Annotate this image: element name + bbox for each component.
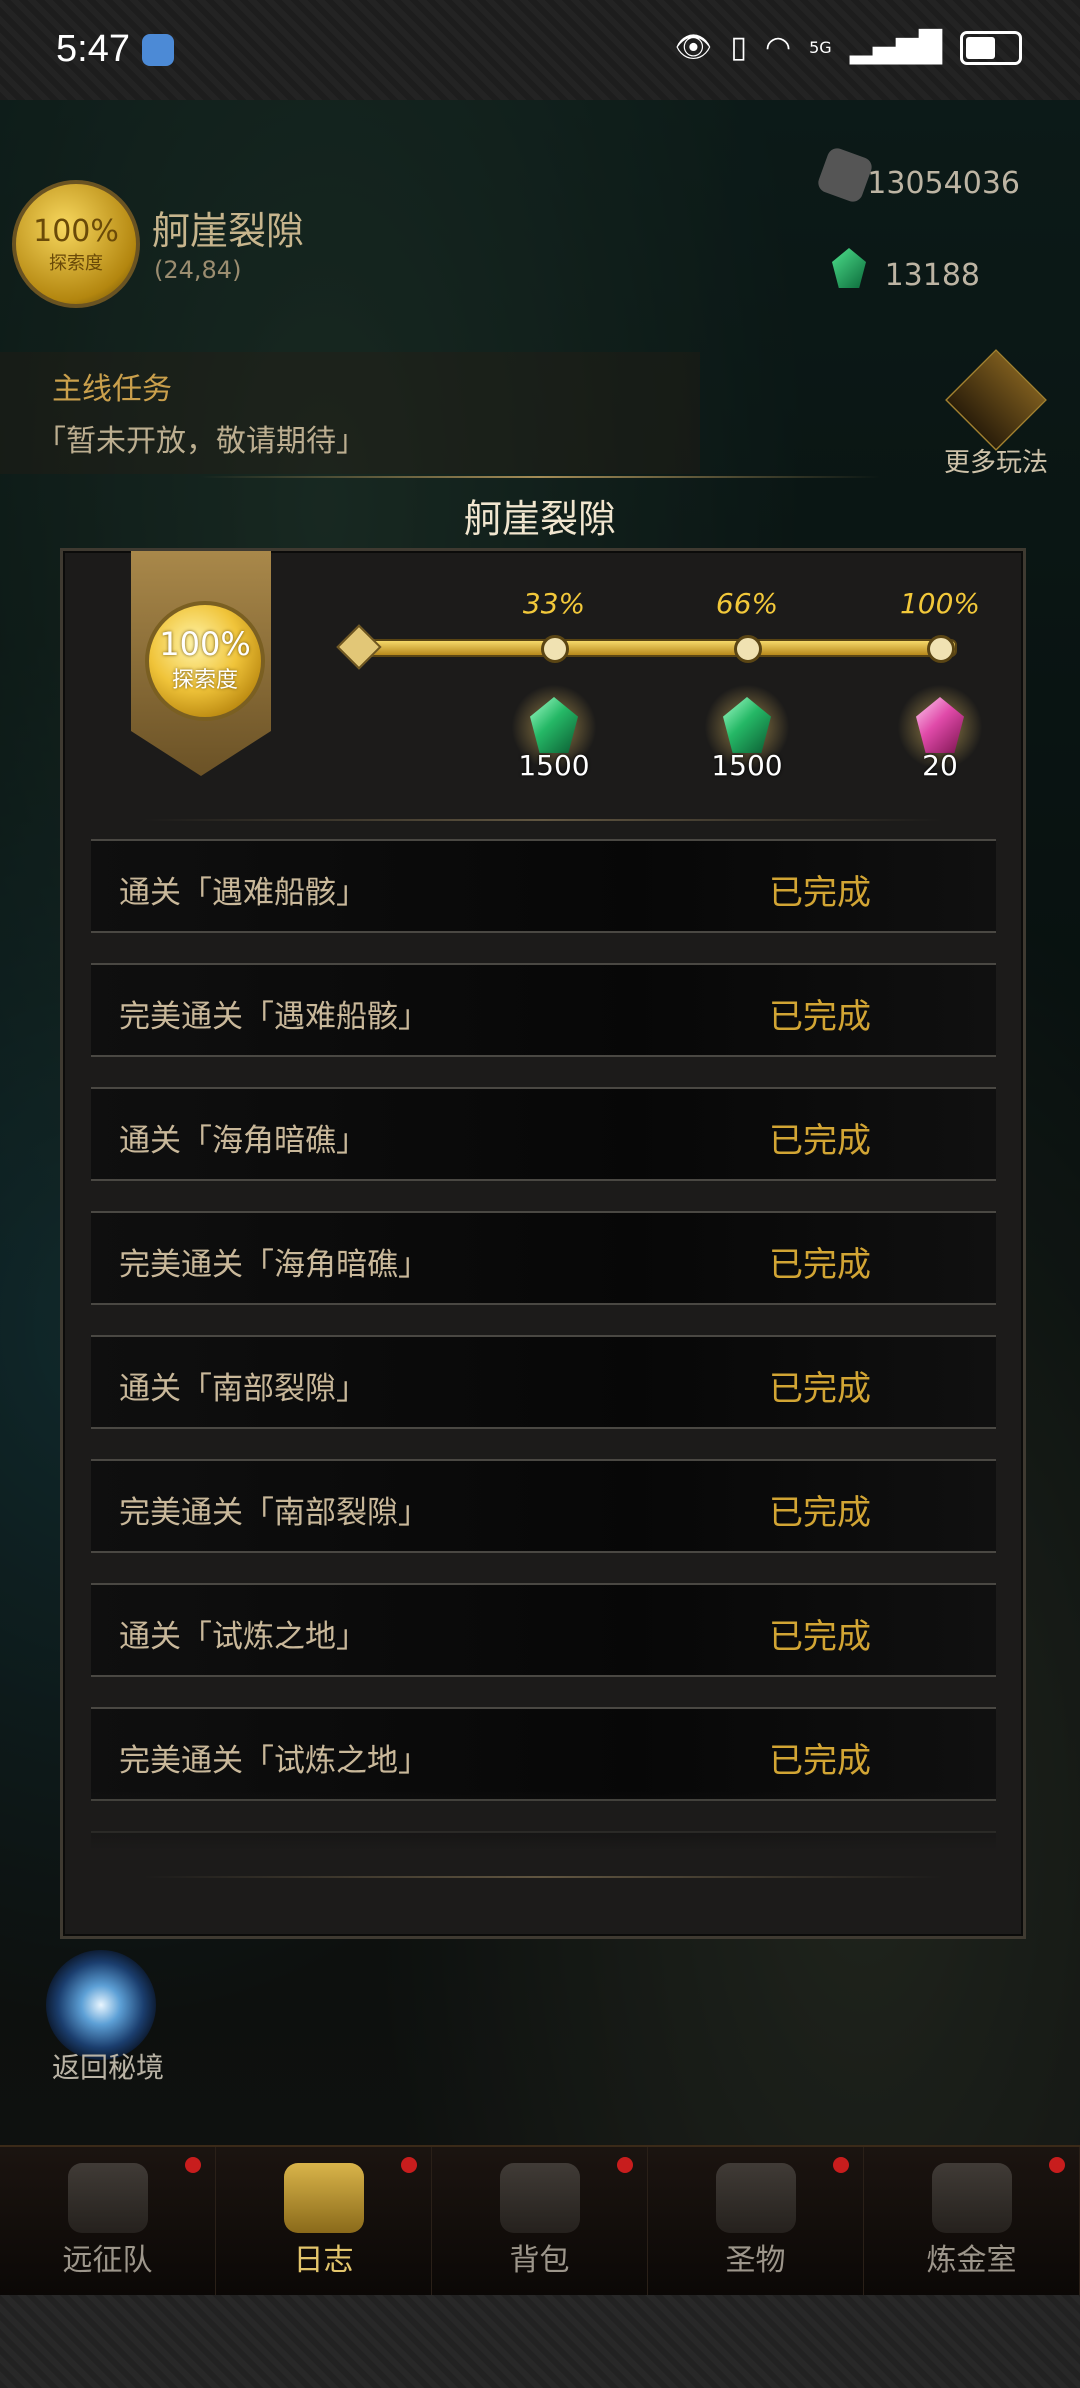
notification-dot: [185, 2157, 201, 2173]
gift-icon: [945, 349, 1047, 451]
header-divider: [143, 819, 943, 821]
status-bar: 5:47 👁 ▯ ◠ 5G ▂▄▆█: [0, 0, 1080, 100]
milestone-percent: 33%: [522, 587, 586, 620]
footer-divider: [143, 1876, 943, 1878]
milestone-percent: 66%: [715, 587, 779, 620]
explore-percent: 100%: [159, 625, 251, 663]
task-status: 已完成: [769, 1741, 871, 1781]
task-name: 完美通关「南部裂隙」: [119, 1495, 429, 1531]
milestone-percent: 100%: [899, 587, 981, 620]
task-status: 已完成: [769, 1369, 871, 1409]
quest-title: 主线任务: [52, 372, 172, 407]
task-name: 完美通关「试炼之地」: [119, 1743, 429, 1779]
app-notification-icon: [142, 34, 174, 66]
nav-item-0[interactable]: 远征队: [0, 2147, 216, 2297]
zone-explore-medal: 100% 探索度: [12, 180, 140, 308]
battery-icon: [960, 30, 1022, 65]
main-quest-panel[interactable]: 主线任务 「暂未开放，敬请期待」: [0, 352, 700, 474]
notification-dot: [401, 2157, 417, 2173]
nav-label: 背包: [509, 2243, 570, 2278]
vibrate-icon: ▯: [730, 30, 747, 65]
list-fade: [91, 1791, 996, 1851]
milestone-reward-amount: 1500: [518, 749, 590, 782]
nav-label: 日志: [293, 2243, 354, 2278]
wifi-icon: ◠: [764, 30, 792, 65]
explore-medal: 100% 探索度: [145, 601, 265, 721]
bottom-navigation: 远征队 日志 背包 圣物 炼金室: [0, 2145, 1080, 2297]
task-row: 完美通关「南部裂隙」 已完成: [91, 1459, 996, 1553]
task-name: 通关「南部裂隙」: [119, 1371, 367, 1407]
helmet-icon: [67, 2163, 148, 2233]
signal-icon: ▂▄▆█: [849, 30, 942, 65]
zone-name: 舸崖裂隙: [152, 209, 305, 253]
task-status: 已完成: [769, 997, 871, 1037]
nav-item-2[interactable]: 背包: [432, 2147, 648, 2297]
resource-ore-count: 13054036: [867, 166, 1020, 201]
task-row: 通关「试炼之地」 已完成: [91, 1583, 996, 1677]
task-status: 已完成: [769, 873, 871, 913]
nav-item-3[interactable]: 圣物: [648, 2147, 864, 2297]
task-name: 通关「试炼之地」: [119, 1619, 367, 1655]
return-portal-icon[interactable]: [46, 1950, 156, 2060]
task-status: 已完成: [769, 1617, 871, 1657]
chalice-icon: [715, 2163, 796, 2233]
notification-dot: [833, 2157, 849, 2173]
network-type: 5G: [809, 38, 832, 57]
task-name: 完美通关「海角暗礁」: [119, 1247, 429, 1283]
progress-start-marker: [336, 624, 382, 670]
alchemy-icon: [931, 2163, 1012, 2233]
nav-label: 远征队: [62, 2243, 153, 2278]
eye-icon: 👁: [674, 30, 713, 65]
task-status: 已完成: [769, 1493, 871, 1533]
milestone-node: [734, 635, 762, 663]
milestone-node: [927, 635, 955, 663]
milestone-reward-amount: 20: [922, 749, 958, 782]
task-row: 通关「南部裂隙」 已完成: [91, 1335, 996, 1429]
explore-label: 探索度: [171, 668, 238, 693]
status-icons: 👁 ▯ ◠ 5G ▂▄▆█: [674, 30, 1022, 65]
nav-item-4[interactable]: 炼金室: [864, 2147, 1080, 2297]
return-portal-label: 返回秘境: [52, 2051, 165, 2084]
zone-explore-percent: 100%: [33, 213, 119, 249]
nav-label: 炼金室: [926, 2243, 1017, 2278]
task-status: 已完成: [769, 1245, 871, 1285]
nav-label: 圣物: [725, 2243, 786, 2278]
task-list[interactable]: 通关「遇难船骸」 已完成 完美通关「遇难船骸」 已完成 通关「海角暗礁」 已完成 完美通关「…: [91, 839, 996, 1849]
notification-dot: [1049, 2157, 1065, 2173]
notification-dot: [617, 2157, 633, 2173]
modal-title: 舸崖裂隙: [463, 497, 616, 541]
modal-title-ornament: [200, 476, 880, 478]
task-row: 完美通关「试炼之地」 已完成: [91, 1707, 996, 1801]
task-row: 通关「海角暗礁」 已完成: [91, 1087, 996, 1181]
task-row: 通关「遇难船骸」 已完成: [91, 839, 996, 933]
zone-header: 100% 探索度 舸崖裂隙 (24,84): [0, 160, 760, 310]
nav-item-1[interactable]: 日志: [216, 2147, 432, 2297]
journal-icon: [283, 2163, 364, 2233]
task-name: 通关「海角暗礁」: [119, 1123, 367, 1159]
quest-text: 「暂未开放，敬请期待」: [36, 424, 366, 459]
exploration-modal: 100% 探索度 33% 1500 66% 1500 100% 20 通关「遇难船骸」 已完…: [60, 548, 1026, 1939]
more-gameplay-button[interactable]: 更多玩法: [934, 349, 1058, 479]
resource-gem-count: 13188: [884, 258, 980, 293]
status-time: 5:47: [56, 28, 130, 70]
battery-level: [966, 36, 995, 59]
task-status: 已完成: [769, 1121, 871, 1161]
zone-coords: (24,84): [154, 256, 242, 284]
milestone-reward-amount: 1500: [711, 749, 783, 782]
task-name: 通关「遇难船骸」: [119, 875, 367, 911]
backpack-icon: [499, 2163, 580, 2233]
task-row: 完美通关「遇难船骸」 已完成: [91, 963, 996, 1057]
progress-track: [358, 639, 957, 657]
bottom-strip: [0, 2295, 1080, 2388]
task-row: 完美通关「海角暗礁」 已完成: [91, 1211, 996, 1305]
zone-explore-label: 探索度: [49, 252, 103, 274]
task-name: 完美通关「遇难船骸」: [119, 999, 429, 1035]
milestone-node: [541, 635, 569, 663]
